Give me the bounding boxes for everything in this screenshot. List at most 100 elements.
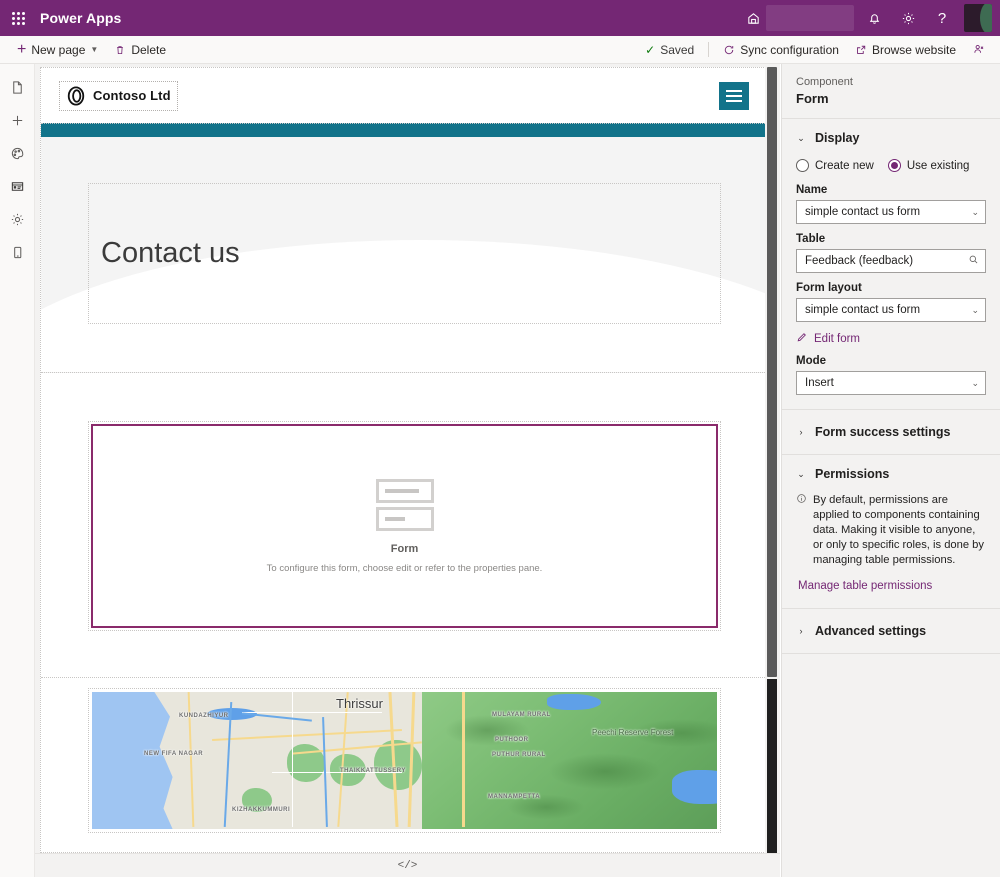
chevron-down-icon: ⌄ bbox=[971, 304, 979, 315]
map-container[interactable]: Thrissur KUNDAZHIYUR NEW FIFA NAGAR MULA… bbox=[88, 688, 721, 833]
mode-dropdown[interactable]: Insert ⌄ bbox=[796, 371, 986, 395]
sync-configuration-label: Sync configuration bbox=[740, 42, 839, 57]
sync-icon bbox=[723, 44, 735, 56]
form-component-selected[interactable]: Form To configure this form, choose edit… bbox=[91, 424, 718, 628]
section-permissions: ⌄ Permissions By default, permissions ar… bbox=[782, 455, 1000, 609]
map-river bbox=[223, 702, 233, 827]
sidebar-item-pages[interactable] bbox=[1, 74, 34, 106]
form-section[interactable]: Form To configure this form, choose edit… bbox=[41, 373, 767, 678]
delete-button[interactable]: Delete bbox=[107, 39, 173, 61]
section-display-title: Display bbox=[815, 131, 860, 145]
question-icon[interactable]: ? bbox=[926, 0, 958, 36]
table-value: Feedback (feedback) bbox=[805, 255, 914, 267]
section-form-success-title: Form success settings bbox=[815, 425, 951, 439]
new-page-button[interactable]: + New page ▼ bbox=[10, 39, 105, 61]
info-icon bbox=[796, 493, 807, 568]
section-form-success-header[interactable]: › Form success settings bbox=[796, 421, 986, 443]
left-rail bbox=[0, 64, 35, 877]
code-editor-icon[interactable]: </> bbox=[392, 859, 424, 873]
form-container[interactable]: Form To configure this form, choose edit… bbox=[88, 421, 721, 631]
name-dropdown[interactable]: simple contact us form ⌄ bbox=[796, 200, 986, 224]
hero-section[interactable]: Contact us bbox=[41, 137, 767, 373]
properties-pane: Component Form ⌄ Display Create new Use … bbox=[781, 64, 1000, 877]
map-area-label: MANNAMPETTA bbox=[488, 794, 541, 800]
design-canvas[interactable]: Contoso Ltd Contact us Form To configure… bbox=[35, 64, 780, 853]
saved-status: ✓ Saved bbox=[638, 39, 701, 61]
canvas-bottom-bar: </> bbox=[35, 853, 780, 877]
website-page-preview[interactable]: Contoso Ltd Contact us Form To configure… bbox=[40, 67, 768, 853]
command-bar-left: + New page ▼ Delete bbox=[0, 39, 173, 61]
trash-icon bbox=[114, 44, 126, 56]
map-area-label: PUTHOOR bbox=[495, 737, 529, 743]
radio-use-existing[interactable]: Use existing bbox=[887, 159, 969, 172]
saved-label: Saved bbox=[660, 42, 695, 57]
radio-create-new[interactable]: Create new bbox=[796, 159, 874, 172]
hero-text-block[interactable]: Contact us bbox=[88, 183, 721, 324]
plus-icon: + bbox=[17, 40, 27, 58]
sidebar-item-data[interactable] bbox=[1, 173, 34, 205]
canvas-scrollbar-thumb[interactable] bbox=[767, 67, 777, 677]
sidebar-item-add[interactable] bbox=[1, 107, 34, 139]
section-advanced-title: Advanced settings bbox=[815, 624, 927, 638]
section-display-header[interactable]: ⌄ Display bbox=[796, 127, 986, 149]
map-area-label: MULAYAM RURAL bbox=[492, 712, 551, 718]
edit-form-link[interactable]: Edit form bbox=[796, 331, 986, 346]
chevron-down-icon: ⌄ bbox=[971, 377, 979, 388]
section-advanced-header[interactable]: › Advanced settings bbox=[796, 620, 986, 642]
app-title: Power Apps bbox=[40, 10, 122, 26]
canvas-scrollbar-track-dark[interactable] bbox=[767, 679, 777, 853]
chevron-right-icon: › bbox=[799, 626, 803, 636]
site-logo-text: Contoso Ltd bbox=[93, 88, 171, 103]
table-lookup-field[interactable]: Feedback (feedback) bbox=[796, 249, 986, 273]
new-page-label: New page bbox=[31, 42, 86, 57]
site-header[interactable]: Contoso Ltd bbox=[41, 68, 767, 123]
map-section[interactable]: Thrissur KUNDAZHIYUR NEW FIFA NAGAR MULA… bbox=[41, 678, 767, 838]
contoso-logo-icon bbox=[66, 85, 86, 106]
section-form-success: › Form success settings bbox=[782, 410, 1000, 455]
sidebar-item-mobile-preview[interactable] bbox=[1, 239, 34, 271]
command-bar-right: ✓ Saved Sync configuration Browse websit… bbox=[638, 39, 1000, 61]
site-accent-bar bbox=[41, 123, 767, 137]
form-placeholder-description: To configure this form, choose edit or r… bbox=[266, 562, 543, 574]
search-icon bbox=[968, 254, 979, 268]
map-road-minor bbox=[242, 712, 382, 713]
map-area-label: NEW FIFA NAGAR bbox=[144, 751, 204, 757]
hamburger-menu-icon[interactable] bbox=[719, 81, 749, 110]
form-layout-dropdown[interactable]: simple contact us form ⌄ bbox=[796, 298, 986, 322]
pane-title: Form bbox=[796, 91, 829, 106]
mode-label: Mode bbox=[796, 355, 827, 367]
pin-pane-icon[interactable] bbox=[965, 40, 992, 59]
map-road-minor bbox=[292, 692, 293, 827]
table-label: Table bbox=[796, 233, 826, 245]
page-title: Contact us bbox=[101, 237, 240, 269]
pencil-icon bbox=[796, 331, 808, 346]
map-park-label: Peechi Reserve Forest bbox=[592, 728, 674, 737]
section-permissions-title: Permissions bbox=[815, 467, 890, 481]
app-launcher-icon[interactable] bbox=[0, 0, 36, 36]
sidebar-item-settings[interactable] bbox=[1, 206, 34, 238]
check-icon: ✓ bbox=[645, 42, 656, 57]
bell-icon[interactable] bbox=[858, 0, 890, 36]
user-avatar[interactable] bbox=[964, 4, 992, 32]
map-area-label: KIZHAKKUMMURI bbox=[232, 807, 291, 813]
name-value: simple contact us form bbox=[805, 206, 921, 218]
manage-table-permissions-link[interactable]: Manage table permissions bbox=[798, 580, 986, 592]
radio-indicator bbox=[796, 159, 809, 172]
section-permissions-header[interactable]: ⌄ Permissions bbox=[796, 463, 986, 485]
gear-icon[interactable] bbox=[892, 0, 924, 36]
map-lake bbox=[672, 770, 717, 804]
sidebar-item-theme[interactable] bbox=[1, 140, 34, 172]
chevron-right-icon: › bbox=[799, 427, 803, 437]
map-image[interactable]: Thrissur KUNDAZHIYUR NEW FIFA NAGAR MULA… bbox=[92, 692, 717, 829]
map-area-label: THAIKKATTUSSERY bbox=[340, 768, 406, 774]
environment-chip[interactable] bbox=[740, 0, 858, 36]
chevron-down-icon: ⌄ bbox=[797, 132, 805, 143]
site-logo[interactable]: Contoso Ltd bbox=[59, 80, 178, 111]
map-green-patch bbox=[374, 740, 422, 790]
browse-website-button[interactable]: Browse website bbox=[848, 39, 963, 61]
sync-configuration-button[interactable]: Sync configuration bbox=[716, 39, 846, 61]
name-label: Name bbox=[796, 184, 828, 196]
map-city-label: Thrissur bbox=[336, 696, 383, 711]
canvas-scrollbar[interactable] bbox=[765, 64, 779, 853]
chevron-down-icon: ▼ bbox=[90, 44, 99, 54]
